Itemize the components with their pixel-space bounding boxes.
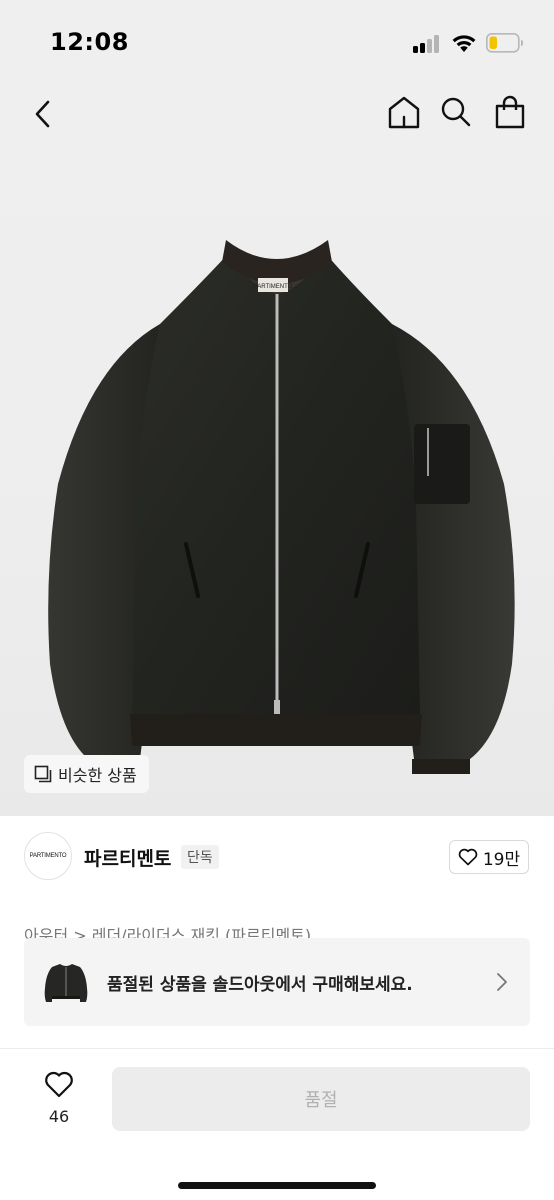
brand-like-count: 19만 (482, 849, 521, 870)
home-indicator[interactable] (178, 1182, 376, 1189)
cart-button[interactable] (490, 92, 530, 132)
similar-items-button[interactable]: 비슷한 상품 (24, 755, 149, 793)
chevron-left-icon (35, 100, 50, 128)
wish-button[interactable]: 46 (30, 1069, 88, 1129)
soldout-banner[interactable]: 품절된 상품을 솔드아웃에서 구매해보세요. (24, 938, 530, 1026)
purchase-button-label: 품절 (304, 1090, 338, 1110)
shopping-bag-icon (495, 95, 525, 129)
cellular-signal-icon (413, 35, 441, 53)
chevron-right-icon (497, 973, 507, 991)
search-icon (441, 97, 471, 127)
search-button[interactable] (436, 92, 476, 132)
home-button[interactable] (384, 92, 424, 132)
wifi-icon (452, 35, 476, 52)
wish-count: 46 (48, 1107, 70, 1126)
bottom-action-bar: 46 품절 (0, 1049, 554, 1200)
brand-logo-text: PARTIMENTO (29, 853, 67, 859)
exclusive-tag: 단독 (181, 845, 219, 869)
battery-low-icon (486, 33, 523, 53)
heart-outline-icon (45, 1071, 73, 1098)
garment-label: PARTIMENTO (254, 284, 293, 290)
home-icon (388, 96, 420, 129)
top-nav-bar (0, 84, 554, 144)
status-time: 12:08 (50, 28, 129, 56)
similar-items-label: 비슷한 상품 (58, 766, 137, 785)
soldout-message: 품절된 상품을 솔드아웃에서 구매해보세요. (107, 975, 413, 995)
brand-name[interactable]: 파르티멘토 (84, 844, 171, 871)
jacket-image: PARTIMENTO (48, 240, 515, 774)
status-bar: 12:08 (0, 0, 554, 84)
heart-outline-icon (458, 848, 478, 866)
brand-row: PARTIMENTO 파르티멘토 단독 19만 (0, 816, 554, 900)
brand-like-button[interactable]: 19만 (449, 840, 529, 874)
jacket-thumbnail (44, 964, 88, 1002)
soldout-purchase-button[interactable]: 품절 (112, 1067, 530, 1131)
similar-items-icon (34, 765, 52, 783)
brand-logo[interactable]: PARTIMENTO (24, 832, 72, 880)
back-button[interactable] (26, 94, 60, 134)
product-image[interactable]: PARTIMENTO 비슷한 상품 (0, 144, 554, 816)
